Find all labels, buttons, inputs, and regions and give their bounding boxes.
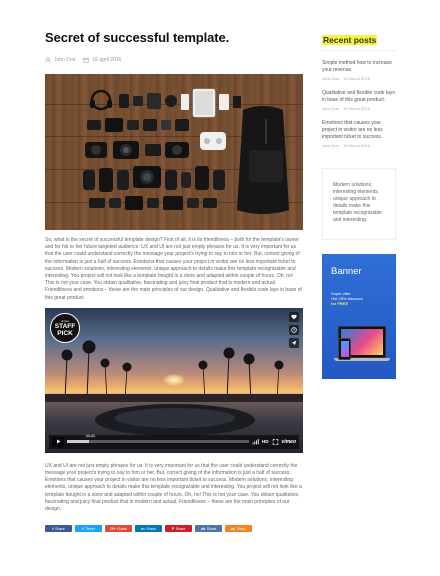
sidebar: Recent posts Simple method how to increa… [322, 30, 396, 148]
article-paragraph-2: UX and UI are not just empty phrases for… [45, 462, 302, 513]
page-title: Secret of successful template. [45, 30, 230, 45]
recent-posts-title: Recent posts [322, 35, 378, 45]
google-plus-icon: G+ [110, 526, 116, 532]
hd-toggle[interactable]: HD [262, 439, 269, 444]
share-button[interactable]: in Share [135, 525, 162, 533]
palm-skyline [45, 340, 303, 436]
recent-post[interactable]: Simple method how to increase your reven… [322, 60, 396, 81]
heart-icon [291, 314, 297, 320]
calendar-icon [83, 57, 90, 63]
share-button[interactable]: G+ Share [105, 525, 132, 533]
phone-illustration [338, 338, 351, 360]
author-meta[interactable]: John Doe [45, 57, 75, 63]
recent-post-meta: John Doe 16 March 2016 [322, 106, 396, 111]
post-meta: John Doe 16 april 2016 [45, 56, 303, 64]
pinterest-icon: P [171, 526, 175, 532]
fullscreen-icon[interactable] [272, 439, 279, 445]
recent-post-title[interactable]: Emotions that causes your project in vis… [322, 120, 396, 141]
share-button[interactable]: t Tweet [75, 525, 102, 533]
odnoklassniki-icon: ok [230, 526, 236, 532]
share-button[interactable]: ok Share [225, 525, 252, 533]
clock-icon [291, 327, 297, 333]
share-bar: f Share t Tweet G+ Share in Share P Share vk Share o… [45, 525, 303, 533]
promo-banner[interactable]: Banner Super offer Get 25% discount for … [322, 254, 396, 379]
recent-post-meta: John Doe 16 March 2016 [322, 76, 396, 81]
share-button[interactable]: f Share [45, 525, 72, 533]
recent-post-title[interactable]: Simple method how to increase your reven… [322, 60, 396, 74]
post-date: 16 april 2016 [92, 57, 122, 63]
staff-pick-badge[interactable]: vimeo STAFF PICK [50, 312, 80, 343]
recent-post-author: John Doe [322, 106, 340, 111]
vimeo-logo[interactable]: vimeo [282, 439, 296, 445]
share-label: Share [55, 526, 65, 531]
send-icon [291, 340, 297, 346]
recent-post-date: 16 March 2016 [343, 143, 370, 148]
sidebar-text-widget: Modern solutions, interesting elements, … [322, 168, 396, 240]
banner-offer: Super offer Get 25% discount for FREE [331, 291, 363, 306]
time-tooltip: 00:33 [85, 434, 96, 439]
widget-text: Modern solutions, interesting elements, … [333, 182, 382, 223]
share-button[interactable]: P Share [165, 525, 192, 533]
twitter-icon: t [82, 526, 84, 532]
recent-post-title[interactable]: Qualitative and flexible code lays in ba… [322, 90, 396, 104]
article: Secret of successful template. John Doe … [45, 30, 303, 533]
share-label: Share [117, 526, 127, 531]
share-label: Share [146, 526, 156, 531]
recent-post-meta: John Doe 16 March 2016 [322, 143, 396, 148]
camera-gear-flatlay [83, 88, 289, 214]
linkedin-icon: in [141, 526, 145, 532]
facebook-icon: f [52, 526, 54, 532]
divider [322, 50, 396, 51]
recent-post-date: 16 March 2016 [343, 106, 370, 111]
video-player[interactable]: vimeo STAFF PICK 00:33 HD vimeo [45, 307, 303, 453]
vk-icon: vk [200, 526, 206, 532]
video-controls: 00:33 HD vimeo [49, 434, 299, 449]
volume-icon[interactable] [252, 438, 259, 445]
share-label: Share [206, 526, 217, 531]
share-label: Share [236, 526, 247, 531]
recent-post-date: 16 March 2016 [343, 76, 370, 81]
date-meta: 16 april 2016 [83, 57, 121, 63]
article-paragraph-1: So, what is the secret of successful tem… [45, 237, 302, 301]
watch-later-button[interactable] [289, 324, 299, 335]
share-button[interactable]: vk Share [195, 525, 222, 533]
recent-post[interactable]: Qualitative and flexible code lays in ba… [322, 90, 396, 111]
recent-post[interactable]: Emotions that causes your project in vis… [322, 120, 396, 148]
recent-post-author: John Doe [322, 143, 340, 148]
video-progress[interactable]: 00:33 [67, 434, 250, 444]
video-actions [289, 311, 299, 348]
user-icon [45, 57, 51, 63]
share-label: Tweet [85, 526, 95, 531]
hero-image [45, 74, 303, 230]
play-button[interactable] [52, 436, 64, 447]
like-button[interactable] [289, 311, 299, 322]
share-label: Share [175, 526, 186, 531]
share-video-button[interactable] [289, 337, 299, 348]
play-icon [56, 439, 60, 444]
recent-posts-list: Simple method how to increase your reven… [322, 60, 396, 148]
recent-post-author: John Doe [322, 76, 340, 81]
banner-title: Banner [331, 266, 362, 277]
author-name: John Doe [54, 57, 76, 63]
